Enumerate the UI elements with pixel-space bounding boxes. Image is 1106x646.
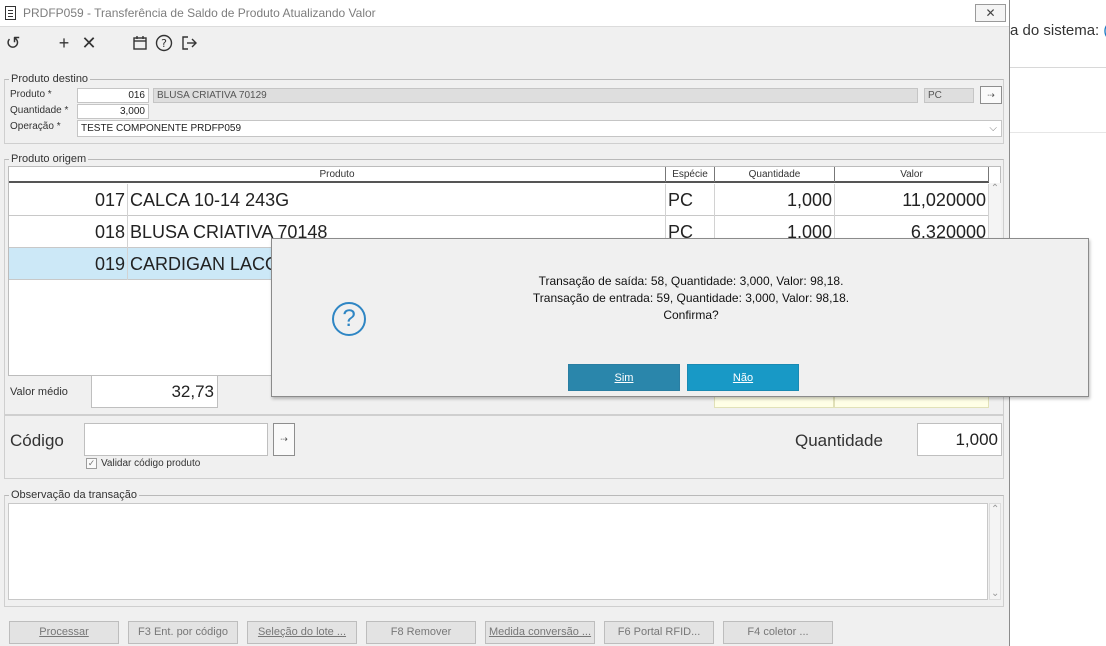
codigo-lookup-button[interactable]: ⇢ xyxy=(273,423,295,456)
selecao-do-lote-button[interactable]: Seleção do lote ... xyxy=(247,621,357,644)
dialog-line-entrada: Transação de entrada: 59, Quantidade: 3,… xyxy=(532,291,850,305)
quantidade-entrada-input[interactable]: 1,000 xyxy=(917,423,1002,456)
group-legend: Observação da transação xyxy=(11,489,137,501)
column-header-produto[interactable]: Produto xyxy=(9,167,666,182)
medida-conversao-button[interactable]: Medida conversão ... xyxy=(485,621,595,644)
nao-button[interactable]: Não xyxy=(687,364,799,391)
chevron-up-icon[interactable]: ⌃ xyxy=(991,504,999,515)
refresh-icon[interactable]: ↺ xyxy=(2,32,24,54)
chevron-down-icon[interactable]: ⌄ xyxy=(991,588,999,599)
dialog-line-saida: Transação de saída: 58, Quantidade: 3,00… xyxy=(538,274,844,288)
observacao-scrollbar[interactable]: ⌃ ⌄ xyxy=(989,503,1001,600)
confirm-dialog: ? Transação de saída: 58, Quantidade: 3,… xyxy=(271,238,1089,397)
column-header-especie[interactable]: Espécie xyxy=(666,167,715,182)
divider xyxy=(1010,132,1106,133)
column-header-quantidade[interactable]: Quantidade xyxy=(715,167,835,182)
group-legend: Produto origem xyxy=(11,153,87,165)
cell-code: 017 xyxy=(9,184,128,216)
validar-label: Validar código produto xyxy=(101,458,201,469)
valor-medio-field: 32,73 xyxy=(91,375,218,408)
codigo-label: Código xyxy=(10,431,64,450)
sim-button[interactable]: Sim xyxy=(568,364,680,391)
cell-description: CALCA 10-14 243G xyxy=(128,184,666,216)
valor-medio-label: Valor médio xyxy=(10,386,68,398)
produto-label: Produto * xyxy=(10,89,52,100)
unidade-field: PC xyxy=(924,88,974,103)
operacao-label: Operação * xyxy=(10,121,61,132)
chevron-down-icon: ⌵ xyxy=(989,123,997,134)
column-header-valor[interactable]: Valor xyxy=(835,167,989,182)
table-row[interactable]: 017 CALCA 10-14 243G PC 1,000 11,020000 xyxy=(9,184,989,216)
table-header: Produto Espécie Quantidade Valor xyxy=(9,167,989,183)
operacao-select[interactable]: TESTE COMPONENTE PRDFP059 ⌵ xyxy=(77,120,1002,137)
group-legend: Produto destino xyxy=(11,73,89,85)
dialog-line-confirma: Confirma? xyxy=(663,308,719,322)
entrada-por-codigo-button[interactable]: F3 Ent. por código xyxy=(128,621,238,644)
toolbar: ↺ + ✕ ? xyxy=(0,28,1009,64)
operacao-value: TESTE COMPONENTE PRDFP059 xyxy=(81,123,242,134)
portal-rfid-button[interactable]: F6 Portal RFID... xyxy=(604,621,714,644)
dialog-message: Transação de saída: 58, Quantidade: 3,00… xyxy=(272,273,1106,324)
svg-text:?: ? xyxy=(161,37,167,50)
produto-description-field: BLUSA CRIATIVA 70129 xyxy=(153,88,918,103)
add-icon[interactable]: + xyxy=(53,32,75,54)
cell-valor: 11,020000 xyxy=(835,184,989,216)
observacao-textarea[interactable] xyxy=(8,503,988,600)
chevron-up-icon[interactable]: ⌃ xyxy=(991,183,999,194)
background-status-text: a do sistema: ( xyxy=(1010,22,1106,39)
produto-lookup-button[interactable]: ⇢ xyxy=(980,86,1002,104)
window-title: PRDFP059 - Transferência de Saldo de Pro… xyxy=(23,6,376,20)
title-bar: PRDFP059 - Transferência de Saldo de Pro… xyxy=(0,0,1009,27)
codigo-input[interactable] xyxy=(84,423,268,456)
quantidade-field[interactable]: 3,000 xyxy=(77,104,149,119)
calendar-icon[interactable] xyxy=(129,32,151,54)
delete-icon[interactable]: ✕ xyxy=(78,32,100,54)
cell-code: 019 xyxy=(9,248,128,280)
validar-checkbox[interactable]: ✓ xyxy=(86,458,97,469)
produto-code-field[interactable]: 016 xyxy=(77,88,149,103)
cell-quantidade: 1,000 xyxy=(715,184,835,216)
quantidade-label: Quantidade * xyxy=(10,105,69,116)
remover-button[interactable]: F8 Remover xyxy=(366,621,476,644)
cell-code: 018 xyxy=(9,216,128,248)
quantidade-entrada-label: Quantidade xyxy=(795,431,883,450)
processar-button[interactable]: Processar xyxy=(9,621,119,644)
help-icon[interactable]: ? xyxy=(153,32,175,54)
coletor-button[interactable]: F4 coletor ... xyxy=(723,621,833,644)
exit-icon[interactable] xyxy=(178,32,200,54)
cell-especie: PC xyxy=(666,184,715,216)
document-icon xyxy=(5,6,16,20)
close-button[interactable]: ✕ xyxy=(975,4,1006,22)
divider xyxy=(1010,67,1106,68)
